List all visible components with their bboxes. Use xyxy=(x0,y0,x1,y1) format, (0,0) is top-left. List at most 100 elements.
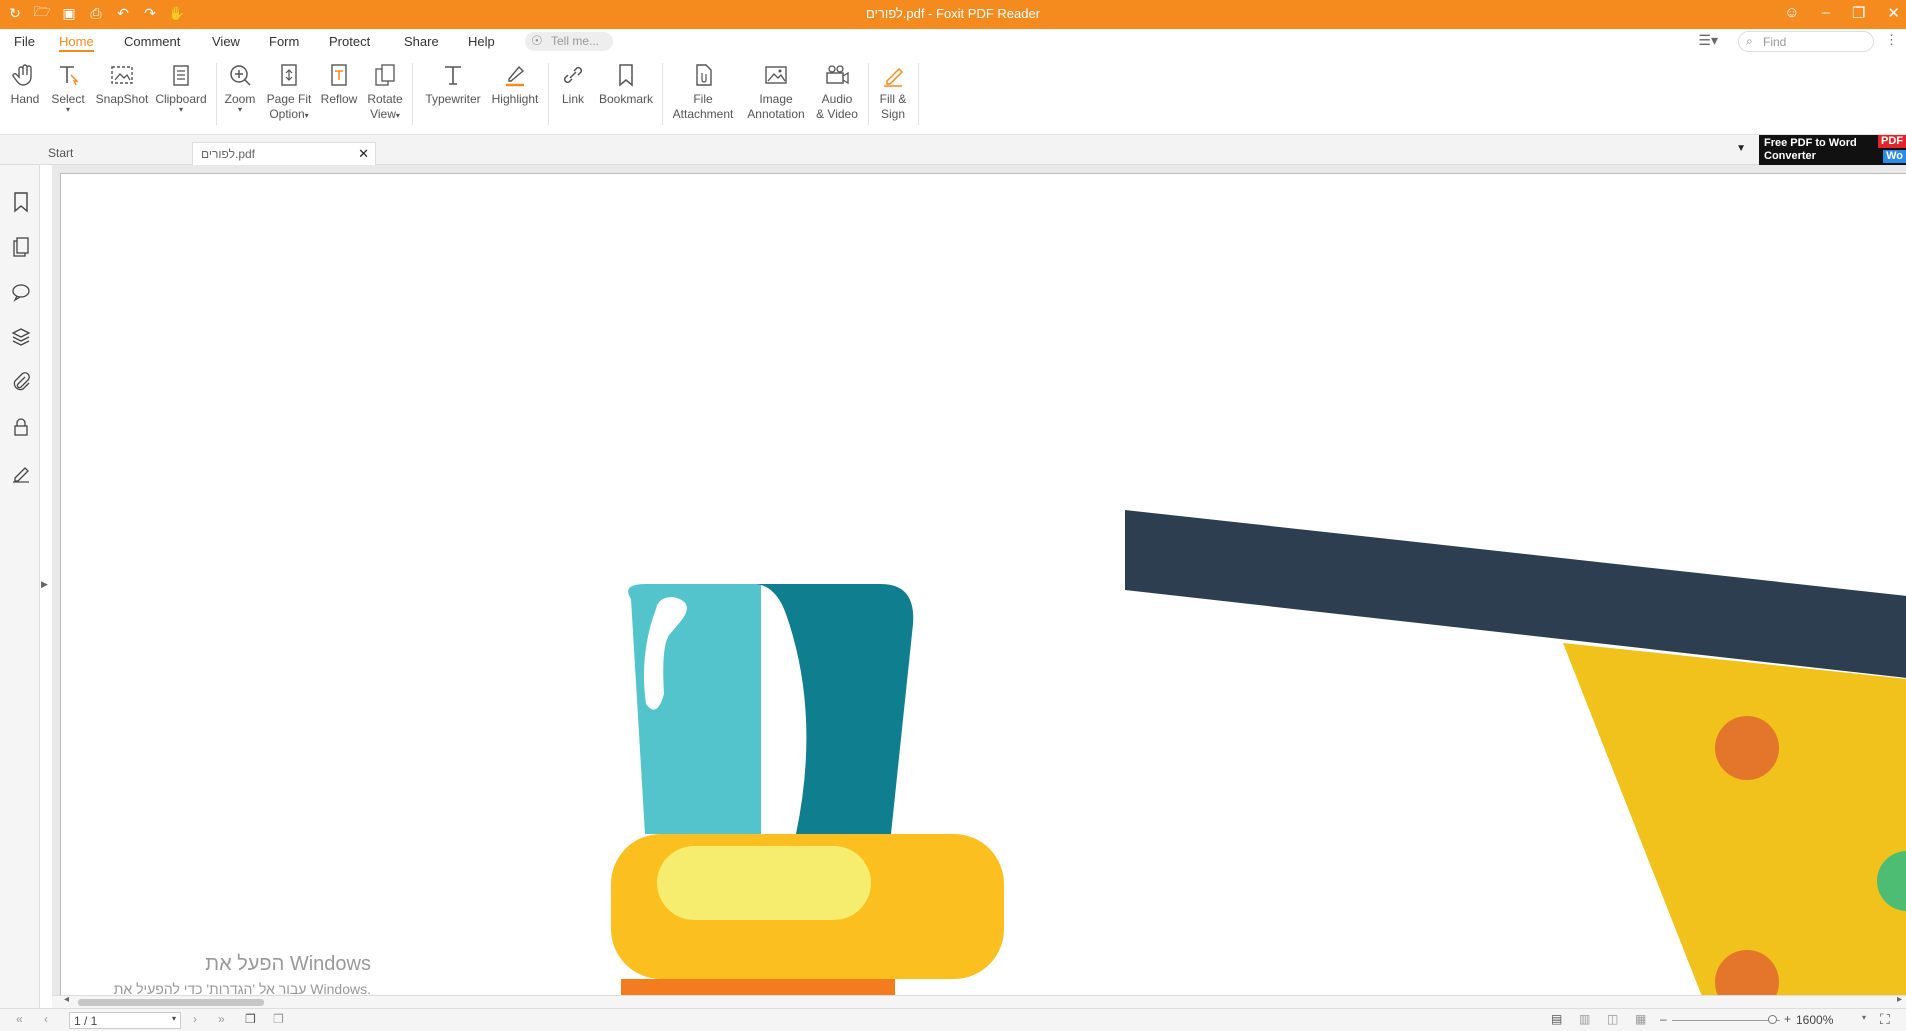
image-annotation-label-2: Annotation xyxy=(747,107,805,121)
page-number-value: 1 / 1 xyxy=(74,1014,98,1028)
zoom-button[interactable]: Zoom ▾ xyxy=(222,61,258,114)
hand-button[interactable]: Hand xyxy=(8,61,42,107)
bookmark-label: Bookmark xyxy=(598,92,654,106)
more-options-icon[interactable]: ⋮ xyxy=(1885,32,1898,48)
zoom-out-icon[interactable]: – xyxy=(1660,1012,1667,1026)
reflow-label: Reflow xyxy=(320,92,358,106)
video-camera-icon xyxy=(823,61,851,89)
reflow-button[interactable]: Reflow xyxy=(318,61,360,107)
expand-sidebar-icon[interactable]: ▶ xyxy=(41,579,48,590)
pages-panel-icon[interactable] xyxy=(10,236,32,258)
find-placeholder: Find xyxy=(1763,35,1787,49)
page-fit-label-1: Page Fit xyxy=(266,92,312,106)
yellow-slice-shape xyxy=(1563,643,1906,995)
fill-sign-label-2: Sign xyxy=(880,107,906,121)
minimize-icon[interactable]: – xyxy=(1822,4,1830,22)
previous-page-icon[interactable]: ‹ xyxy=(44,1012,48,1026)
page-dropdown-icon[interactable]: ▾ xyxy=(172,1014,176,1023)
bookmarks-panel-icon[interactable] xyxy=(10,191,32,213)
tab-start-label: Start xyxy=(48,146,74,160)
scroll-left-icon[interactable]: ◂ xyxy=(64,994,69,1005)
file-attachment-icon xyxy=(689,61,717,89)
menu-file[interactable]: File xyxy=(14,34,35,49)
menu-form[interactable]: Form xyxy=(269,34,299,49)
highlight-label: Highlight xyxy=(491,92,539,106)
reflow-icon xyxy=(325,61,353,89)
zoom-level[interactable]: 1600% xyxy=(1796,1013,1833,1027)
first-page-icon[interactable]: « xyxy=(16,1012,23,1026)
page-fit-label-2: Option xyxy=(269,107,305,121)
menu-share[interactable]: Share xyxy=(404,34,439,49)
tab-list-dropdown-icon[interactable]: ▼ xyxy=(1736,143,1746,154)
clipboard-dropdown-icon[interactable]: ▾ xyxy=(154,106,208,114)
search-options-icon[interactable]: ☰▾ xyxy=(1698,32,1718,49)
security-panel-icon[interactable] xyxy=(10,416,32,438)
image-annotation-button[interactable]: Image Annotation xyxy=(742,61,810,122)
snapshot-button[interactable]: SnapShot xyxy=(93,61,151,107)
tab-document[interactable]: לפורים.pdf ✕ xyxy=(192,142,376,165)
page-fit-option-button[interactable]: Page Fit Option▾ xyxy=(264,61,314,123)
find-input[interactable]: ⌕ Find xyxy=(1738,31,1874,52)
typewriter-button[interactable]: Typewriter xyxy=(420,61,486,107)
menu-view[interactable]: View xyxy=(212,34,240,49)
window-controls: ☺ – ❐ ✕ xyxy=(1784,4,1900,22)
continuous-view-icon[interactable]: ▥ xyxy=(1579,1012,1590,1026)
layers-panel-icon[interactable] xyxy=(10,326,32,348)
rotate-view-button[interactable]: Rotate View▾ xyxy=(363,61,407,123)
tab-start[interactable]: Start xyxy=(40,142,192,165)
zoom-in-icon[interactable]: + xyxy=(1784,1012,1791,1026)
close-icon[interactable]: ✕ xyxy=(1887,4,1900,22)
fullscreen-icon[interactable]: ⛶ xyxy=(1880,1011,1890,1028)
scrollbar-thumb[interactable] xyxy=(78,999,264,1006)
select-dropdown-icon[interactable]: ▾ xyxy=(50,106,86,114)
bookmark-button[interactable]: Bookmark xyxy=(596,61,656,107)
select-text-icon xyxy=(54,61,82,89)
copy-pages-icon[interactable]: ❐ xyxy=(245,1012,256,1026)
page-illustration xyxy=(611,510,1906,995)
continuous-facing-view-icon[interactable]: ▦ xyxy=(1635,1012,1646,1026)
tell-me-placeholder: Tell me... xyxy=(551,34,600,48)
file-attachment-button[interactable]: File Attachment xyxy=(668,61,738,122)
clipboard-icon xyxy=(167,61,195,89)
close-tab-icon[interactable]: ✕ xyxy=(358,146,369,162)
menu-protect[interactable]: Protect xyxy=(329,34,370,49)
zoom-dropdown-icon[interactable]: ▾ xyxy=(1862,1013,1866,1022)
ad-banner[interactable]: Free PDF to Word Converter PDF Wo xyxy=(1759,135,1906,165)
horizontal-scrollbar[interactable]: ◂ ▸ xyxy=(52,994,1906,1008)
extract-pages-icon[interactable]: ❐ xyxy=(273,1012,284,1026)
watermark-line-2: עבור אל 'הגדרות' כדי להפעיל את Windows. xyxy=(113,981,371,995)
menu-comment[interactable]: Comment xyxy=(124,34,180,49)
highlight-button[interactable]: Highlight xyxy=(489,61,541,107)
audio-video-button[interactable]: Audio & Video xyxy=(812,61,862,122)
zoom-dropdown-icon[interactable]: ▾ xyxy=(222,106,258,114)
zoom-slider[interactable] xyxy=(1672,1015,1780,1024)
last-page-icon[interactable]: » xyxy=(218,1012,225,1026)
signature-panel-icon[interactable] xyxy=(10,462,32,484)
link-button[interactable]: Link xyxy=(555,61,591,107)
menu-home[interactable]: Home xyxy=(59,34,94,52)
typewriter-label: Typewriter xyxy=(425,92,481,106)
menu-help[interactable]: Help xyxy=(468,34,495,49)
facing-view-icon[interactable]: ◫ xyxy=(1607,1012,1618,1026)
account-icon[interactable]: ☺ xyxy=(1784,4,1799,22)
select-button[interactable]: Select ▾ xyxy=(50,61,86,114)
scroll-right-icon[interactable]: ▸ xyxy=(1897,994,1902,1005)
attachments-panel-icon[interactable] xyxy=(10,371,32,393)
tell-me-search[interactable]: ☉ Tell me... xyxy=(525,32,613,51)
page-number-field[interactable]: 1 / 1 ▾ xyxy=(69,1012,181,1029)
link-label: Link xyxy=(561,92,584,106)
fill-sign-button[interactable]: Fill & Sign xyxy=(874,61,912,122)
document-tab-bar: Start לפורים.pdf ✕ ▼ Free PDF to Word Co… xyxy=(0,135,1906,165)
document-viewport[interactable]: הפעל את Windows עבור אל 'הגדרות' כדי להפ… xyxy=(52,165,1906,995)
stamp-band-highlight xyxy=(657,846,871,920)
zoom-slider-handle[interactable] xyxy=(1768,1015,1777,1024)
restore-icon[interactable]: ❐ xyxy=(1852,4,1865,22)
search-icon: ⌕ xyxy=(1746,34,1753,48)
window-title: לפורים.pdf - Foxit PDF Reader xyxy=(865,6,1041,21)
next-page-icon[interactable]: › xyxy=(193,1012,197,1026)
single-page-view-icon[interactable]: ▤ xyxy=(1551,1012,1562,1026)
comments-panel-icon[interactable] xyxy=(10,281,32,303)
rotate-label-2: View xyxy=(370,107,396,121)
ribbon-separator xyxy=(868,63,869,125)
clipboard-button[interactable]: Clipboard ▾ xyxy=(154,61,208,114)
